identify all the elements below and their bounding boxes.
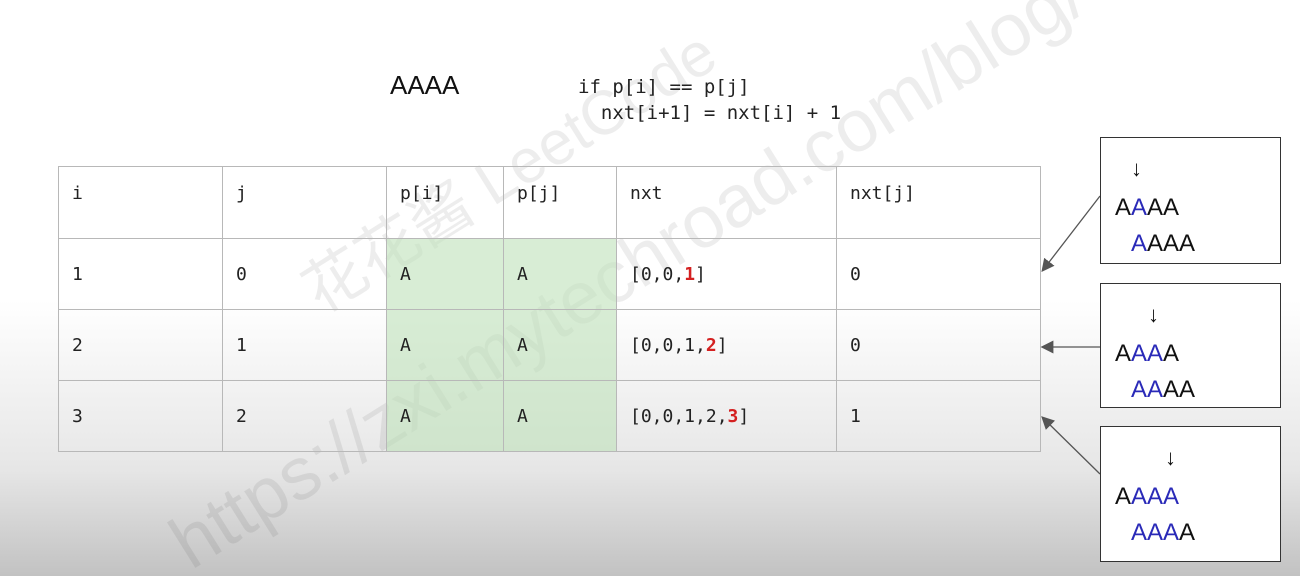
header-pj: p[j] xyxy=(503,166,617,239)
cell-i: 3 xyxy=(58,380,223,452)
alignment-box-1: ↓ AAAA AAAA xyxy=(1100,137,1281,264)
arrow-box3-row3 xyxy=(1041,416,1101,475)
table-row: 3 2 A A [0,0,1,2,3] 1 xyxy=(58,380,1041,452)
code-snippet: if p[i] == p[j] nxt[i+1] = nxt[i] + 1 xyxy=(578,74,841,126)
cell-pj: A xyxy=(503,380,617,452)
nxt-new-value: 3 xyxy=(727,405,739,427)
alignment-box-2: ↓ AAAA AAAA xyxy=(1100,283,1281,408)
text-line-bottom: AAAA xyxy=(1131,230,1196,257)
cell-pi: A xyxy=(386,380,504,452)
cell-j: 2 xyxy=(222,380,387,452)
cell-j: 0 xyxy=(222,238,387,310)
nxt-new-value: 2 xyxy=(705,334,717,356)
nxt-suffix: ] xyxy=(716,334,728,356)
cell-nxt: [0,0,1] xyxy=(616,238,837,310)
kmp-next-table: i j p[i] p[j] nxt nxt[j] 1 0 A A [0,0,1]… xyxy=(58,166,1041,452)
nxt-new-value: 1 xyxy=(684,263,696,285)
cell-nxtj: 0 xyxy=(836,309,1041,381)
cell-pi: A xyxy=(386,238,504,310)
nxt-suffix: ] xyxy=(695,263,706,285)
header-i: i xyxy=(58,166,223,239)
pattern-string: AAAA xyxy=(390,70,460,100)
cell-pi: A xyxy=(386,309,504,381)
down-arrow-icon: ↓ xyxy=(1165,445,1176,470)
down-arrow-icon: ↓ xyxy=(1131,156,1142,181)
cell-nxtj: 0 xyxy=(836,238,1041,310)
cell-nxt: [0,0,1,2,3] xyxy=(616,380,837,452)
down-arrow-icon: ↓ xyxy=(1148,302,1159,327)
cell-i: 1 xyxy=(58,238,223,310)
header-j: j xyxy=(222,166,387,239)
table-header-row: i j p[i] p[j] nxt nxt[j] xyxy=(58,166,1041,239)
code-line-2: nxt[i+1] = nxt[i] + 1 xyxy=(578,102,842,124)
nxt-prefix: [0,0,1,2, xyxy=(630,405,728,427)
code-line-1: if p[i] == p[j] xyxy=(578,76,750,98)
cell-nxt: [0,0,1,2] xyxy=(616,309,837,381)
cell-nxtj: 1 xyxy=(836,380,1041,452)
cell-j: 1 xyxy=(222,309,387,381)
header-pi: p[i] xyxy=(386,166,504,239)
table-row: 1 0 A A [0,0,1] 0 xyxy=(58,238,1041,310)
nxt-prefix: [0,0,1, xyxy=(630,334,706,356)
text-line-top: AAAA xyxy=(1115,483,1180,510)
arrow-box1-row1 xyxy=(1041,195,1101,273)
text-line-bottom: AAAA xyxy=(1131,376,1196,403)
nxt-suffix: ] xyxy=(738,405,750,427)
alignment-box-3: ↓ AAAA AAAA xyxy=(1100,426,1281,562)
cell-i: 2 xyxy=(58,309,223,381)
header-nxtj: nxt[j] xyxy=(836,166,1041,239)
nxt-prefix: [0,0, xyxy=(630,263,685,285)
text-line-bottom: AAAA xyxy=(1131,519,1196,546)
table-row: 2 1 A A [0,0,1,2] 0 xyxy=(58,309,1041,381)
text-line-top: AAAA xyxy=(1115,340,1180,367)
text-line-top: AAAA xyxy=(1115,194,1180,221)
cell-pj: A xyxy=(503,238,617,310)
header-nxt: nxt xyxy=(616,166,837,239)
cell-pj: A xyxy=(503,309,617,381)
